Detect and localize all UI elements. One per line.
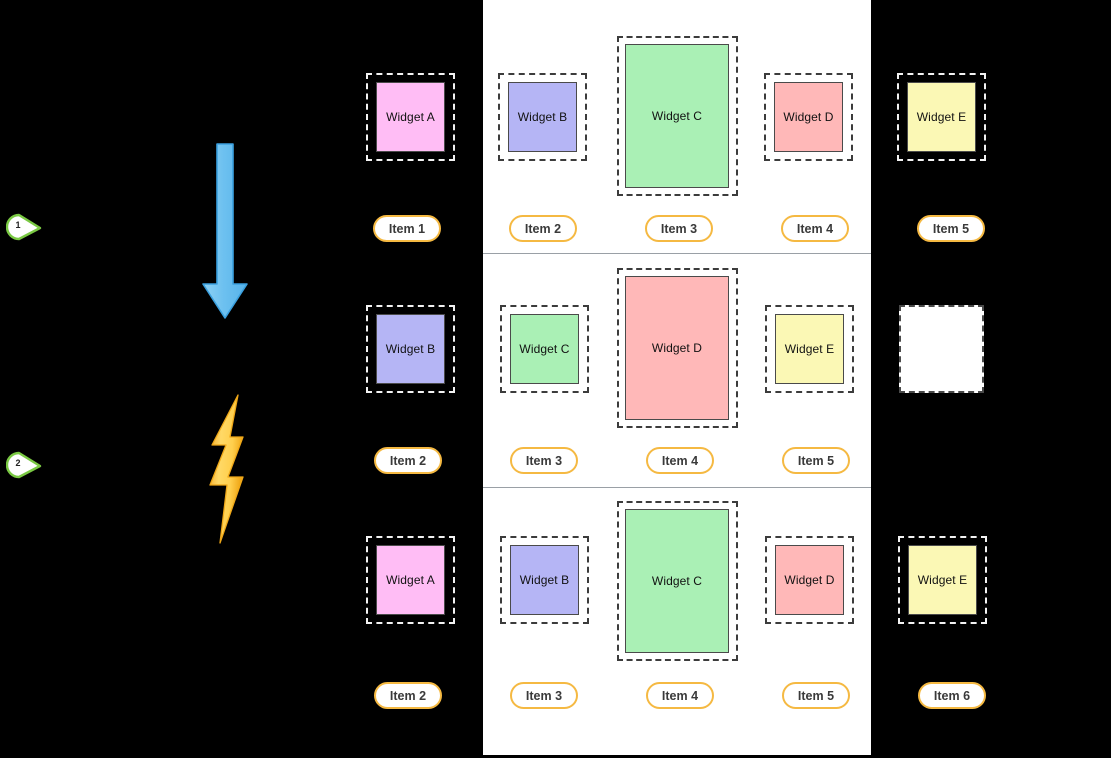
widget-label: Widget D <box>651 341 703 355</box>
widget-box[interactable]: Widget D <box>625 276 729 420</box>
item-pill-label: Item 2 <box>389 688 427 703</box>
down-arrow-icon <box>200 142 250 327</box>
widget-label: Widget C <box>519 342 570 356</box>
widget-label: Widget B <box>385 342 436 356</box>
item-pill-label: Item 4 <box>796 221 834 236</box>
widget-box[interactable]: Widget D <box>774 82 843 152</box>
item-pill[interactable]: Item 4 <box>646 682 714 709</box>
item-pill-label: Item 3 <box>525 688 563 703</box>
item-pill[interactable]: Item 2 <box>374 447 442 474</box>
widget-box-empty[interactable] <box>899 305 984 393</box>
widget-label: Widget E <box>916 110 967 124</box>
item-pill-label: Item 2 <box>524 221 562 236</box>
widget-box[interactable]: Widget E <box>775 314 844 384</box>
item-pill[interactable]: Item 3 <box>510 682 578 709</box>
item-pill[interactable]: Item 3 <box>645 215 713 242</box>
item-pill[interactable]: Item 5 <box>782 447 850 474</box>
widget-label: Widget A <box>386 110 435 124</box>
widget-box[interactable]: Widget B <box>508 82 577 152</box>
widget-label: Widget B <box>519 573 570 587</box>
callout-number: 1 <box>15 220 21 230</box>
widget-label: Widget A <box>386 573 435 587</box>
callout-marker-2[interactable]: 2 <box>5 451 42 479</box>
item-pill[interactable]: Item 4 <box>781 215 849 242</box>
item-pill-label: Item 3 <box>525 453 563 468</box>
item-pill-label: Item 5 <box>932 221 970 236</box>
widget-label: Widget B <box>517 110 568 124</box>
widget-label: Widget E <box>784 342 835 356</box>
item-pill-label: Item 5 <box>797 688 835 703</box>
item-pill-label: Item 2 <box>389 453 427 468</box>
widget-box[interactable]: Widget E <box>907 82 976 152</box>
widget-label: Widget D <box>783 110 834 124</box>
widget-label: Widget D <box>784 573 835 587</box>
item-pill-label: Item 1 <box>388 221 426 236</box>
diagram-canvas: 12 Widget A Widget B Widget C Widget D W… <box>0 0 1111 758</box>
callout-number: 2 <box>15 458 21 468</box>
item-pill-label: Item 3 <box>660 221 698 236</box>
widget-box[interactable]: Widget E <box>908 545 977 615</box>
lightning-bolt-icon <box>196 393 258 550</box>
widget-label: Widget C <box>651 109 703 123</box>
item-pill-label: Item 4 <box>661 453 699 468</box>
item-pill-label: Item 4 <box>661 688 699 703</box>
item-pill-label: Item 5 <box>797 453 835 468</box>
widget-box[interactable]: Widget A <box>376 545 445 615</box>
widget-box[interactable]: Widget C <box>510 314 579 384</box>
item-pill[interactable]: Item 6 <box>918 682 986 709</box>
widget-box[interactable]: Widget C <box>625 509 729 653</box>
panel-divider-1 <box>483 253 871 254</box>
item-pill[interactable]: Item 5 <box>917 215 985 242</box>
widget-label: Widget E <box>917 573 968 587</box>
item-pill[interactable]: Item 5 <box>782 682 850 709</box>
widget-box[interactable]: Widget B <box>510 545 579 615</box>
widget-label: Widget C <box>651 574 703 588</box>
item-pill-label: Item 6 <box>933 688 971 703</box>
item-pill[interactable]: Item 4 <box>646 447 714 474</box>
item-pill[interactable]: Item 1 <box>373 215 441 242</box>
callout-marker-1[interactable]: 1 <box>5 213 42 241</box>
widget-box[interactable]: Widget A <box>376 82 445 152</box>
widget-box[interactable]: Widget C <box>625 44 729 188</box>
item-pill[interactable]: Item 2 <box>374 682 442 709</box>
item-pill[interactable]: Item 2 <box>509 215 577 242</box>
panel-divider-2 <box>483 487 871 488</box>
item-pill[interactable]: Item 3 <box>510 447 578 474</box>
widget-box[interactable]: Widget B <box>376 314 445 384</box>
widget-box[interactable]: Widget D <box>775 545 844 615</box>
